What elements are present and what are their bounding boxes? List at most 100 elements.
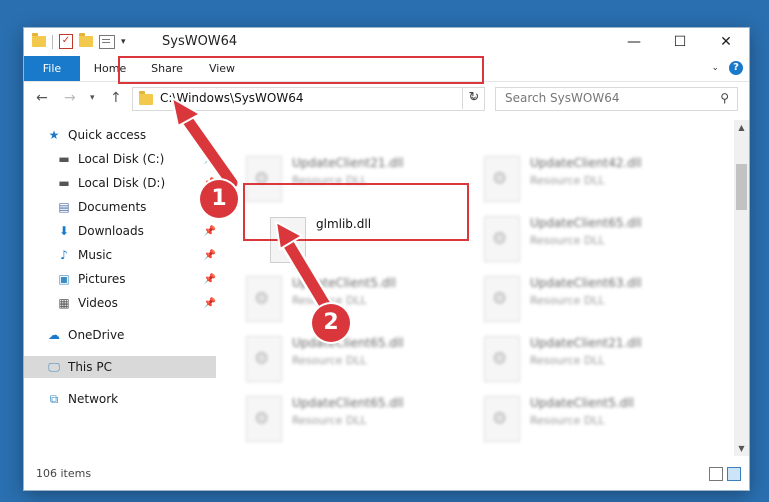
expand-ribbon-icon[interactable]: ⌄ [711, 63, 719, 73]
minimize-button[interactable]: — [611, 28, 657, 56]
scroll-thumb[interactable] [736, 164, 747, 210]
file-name: glmlib.dll [316, 217, 372, 231]
address-row: ← → ▾ ↑ C:\Windows\SysWOW64 ⌄ ↻ Search S… [24, 82, 749, 116]
close-button[interactable]: ✕ [703, 28, 749, 56]
file-name: UpdateClient63.dll [530, 276, 642, 290]
file-item[interactable]: UpdateClient63.dll Resource DLL [484, 272, 714, 328]
tab-view[interactable]: View [200, 56, 244, 81]
details-view-icon[interactable] [709, 467, 723, 481]
address-bar[interactable]: C:\Windows\SysWOW64 ⌄ [132, 87, 485, 111]
dll-file-icon [484, 336, 520, 382]
help-icon[interactable]: ? [729, 61, 743, 75]
recent-locations-icon[interactable]: ▾ [90, 93, 95, 103]
sidebar-item-this-pc[interactable]: 🖵 This PC [24, 356, 216, 378]
tab-file[interactable]: File [24, 56, 80, 81]
file-item[interactable]: UpdateClient65.dll Resource DLL [246, 392, 476, 448]
file-list: UpdateClient21.dll Resource DLL UpdateCl… [240, 120, 733, 456]
vertical-scrollbar[interactable]: ▲ ▼ [734, 120, 749, 456]
view-buttons [709, 467, 741, 481]
file-name: UpdateClient65.dll [292, 336, 404, 350]
forward-arrow-icon[interactable]: → [64, 90, 76, 106]
file-item[interactable]: UpdateClient65.dll Resource DLL [484, 212, 714, 268]
window-title: SysWOW64 [162, 34, 238, 49]
file-item[interactable]: UpdateClient21.dll Resource DLL [484, 332, 714, 388]
sidebar-item-videos[interactable]: ▦ Videos 📌 [24, 292, 216, 314]
file-item[interactable]: UpdateClient5.dll Resource DLL [246, 272, 476, 328]
file-item-highlighted[interactable]: glmlib.dll [270, 213, 500, 269]
file-item[interactable]: UpdateClient65.dll Resource DLL [246, 332, 476, 388]
file-type: Resource DLL [530, 294, 605, 307]
network-icon: ⧉ [49, 391, 59, 406]
maximize-button[interactable]: ☐ [657, 28, 703, 56]
sidebar-item-quick-access[interactable]: ★ Quick access [24, 124, 216, 146]
scroll-up-icon[interactable]: ▲ [734, 120, 749, 135]
sidebar-item-label: OneDrive [68, 328, 125, 342]
sidebar-item-label: Local Disk (D:) [78, 176, 166, 190]
back-arrow-icon[interactable]: ← [36, 90, 48, 106]
folder-icon [139, 91, 153, 105]
pictures-icon: ▣ [58, 272, 70, 286]
file-name: UpdateClient21.dll [292, 156, 404, 170]
sidebar-item-downloads[interactable]: ⬇ Downloads 📌 [24, 220, 216, 242]
file-name: UpdateClient5.dll [530, 396, 634, 410]
video-icon: ▦ [58, 296, 70, 310]
toolbar-divider [52, 34, 53, 49]
properties-icon[interactable] [99, 34, 115, 49]
file-name: UpdateClient21.dll [530, 336, 642, 350]
step-2-callout: 2 [312, 304, 350, 342]
tab-share[interactable]: Share [142, 56, 192, 81]
ribbon-controls: ⌄ ? [711, 61, 743, 75]
file-type: Resource DLL [292, 354, 367, 367]
sidebar-item-local-disk-d[interactable]: ▬ Local Disk (D:) 📌 [24, 172, 216, 194]
sidebar-item-network[interactable]: ⧉ Network [24, 388, 216, 410]
file-item[interactable]: UpdateClient42.dll Resource DLL [484, 152, 714, 208]
up-arrow-icon[interactable]: ↑ [110, 90, 122, 106]
sidebar-item-label: Local Disk (C:) [78, 152, 165, 166]
drive-icon: ▬ [58, 176, 70, 190]
file-name: UpdateClient65.dll [292, 396, 404, 410]
sidebar-item-onedrive[interactable]: ☁ OneDrive [24, 324, 216, 346]
music-icon: ♪ [60, 248, 68, 262]
sidebar-item-documents[interactable]: ▤ Documents 📌 [24, 196, 216, 218]
ribbon-tabs: File Home Share View ⌄ ? [24, 56, 749, 82]
search-box[interactable]: Search SysWOW64 ⚲ [495, 87, 738, 111]
checkmark-icon[interactable]: ✓ [59, 34, 73, 49]
sidebar-item-label: Network [68, 392, 119, 406]
address-path[interactable]: C:\Windows\SysWOW64 [160, 91, 304, 105]
sidebar-item-label: Music [78, 248, 113, 262]
file-name: UpdateClient5.dll [292, 276, 396, 290]
tab-home[interactable]: Home [84, 56, 136, 81]
refresh-icon[interactable]: ↻ [462, 87, 485, 109]
computer-icon: 🖵 [48, 359, 60, 374]
dll-file-icon [270, 217, 306, 263]
sidebar-item-label: Videos [78, 296, 118, 310]
search-input[interactable]: Search SysWOW64 [505, 91, 619, 105]
file-type: Resource DLL [292, 414, 367, 427]
dll-file-icon [484, 396, 520, 442]
dll-file-icon [484, 156, 520, 202]
file-item[interactable]: UpdateClient21.dll Resource DLL [246, 152, 476, 208]
sidebar-item-pictures[interactable]: ▣ Pictures 📌 [24, 268, 216, 290]
file-item[interactable]: UpdateClient5.dll Resource DLL [484, 392, 714, 448]
quick-access-toolbar: ✓ ▾ [32, 33, 126, 49]
search-icon[interactable]: ⚲ [720, 91, 729, 105]
file-type: Resource DLL [530, 174, 605, 187]
sidebar-item-local-disk-c[interactable]: ▬ Local Disk (C:) 📌 [24, 148, 216, 170]
status-bar: 106 items [24, 460, 749, 490]
sidebar-item-label: Quick access [68, 128, 147, 142]
large-icons-view-icon[interactable] [727, 467, 741, 481]
file-type: Resource DLL [530, 234, 605, 247]
customize-dropdown-icon[interactable]: ▾ [121, 37, 126, 47]
sidebar-item-music[interactable]: ♪ Music 📌 [24, 244, 216, 266]
new-folder-icon[interactable] [79, 33, 93, 47]
document-icon: ▤ [58, 200, 70, 214]
scroll-down-icon[interactable]: ▼ [734, 441, 749, 456]
sidebar-item-label: Downloads [78, 224, 144, 238]
item-count: 106 items [36, 467, 92, 480]
file-type: Resource DLL [292, 174, 367, 187]
pin-icon: 📌 [203, 225, 216, 237]
sidebar-item-label: Documents [78, 200, 147, 214]
dll-file-icon [484, 216, 520, 262]
title-bar: ✓ ▾ SysWOW64 — ☐ ✕ [24, 28, 749, 56]
sidebar-item-label: Pictures [78, 272, 126, 286]
